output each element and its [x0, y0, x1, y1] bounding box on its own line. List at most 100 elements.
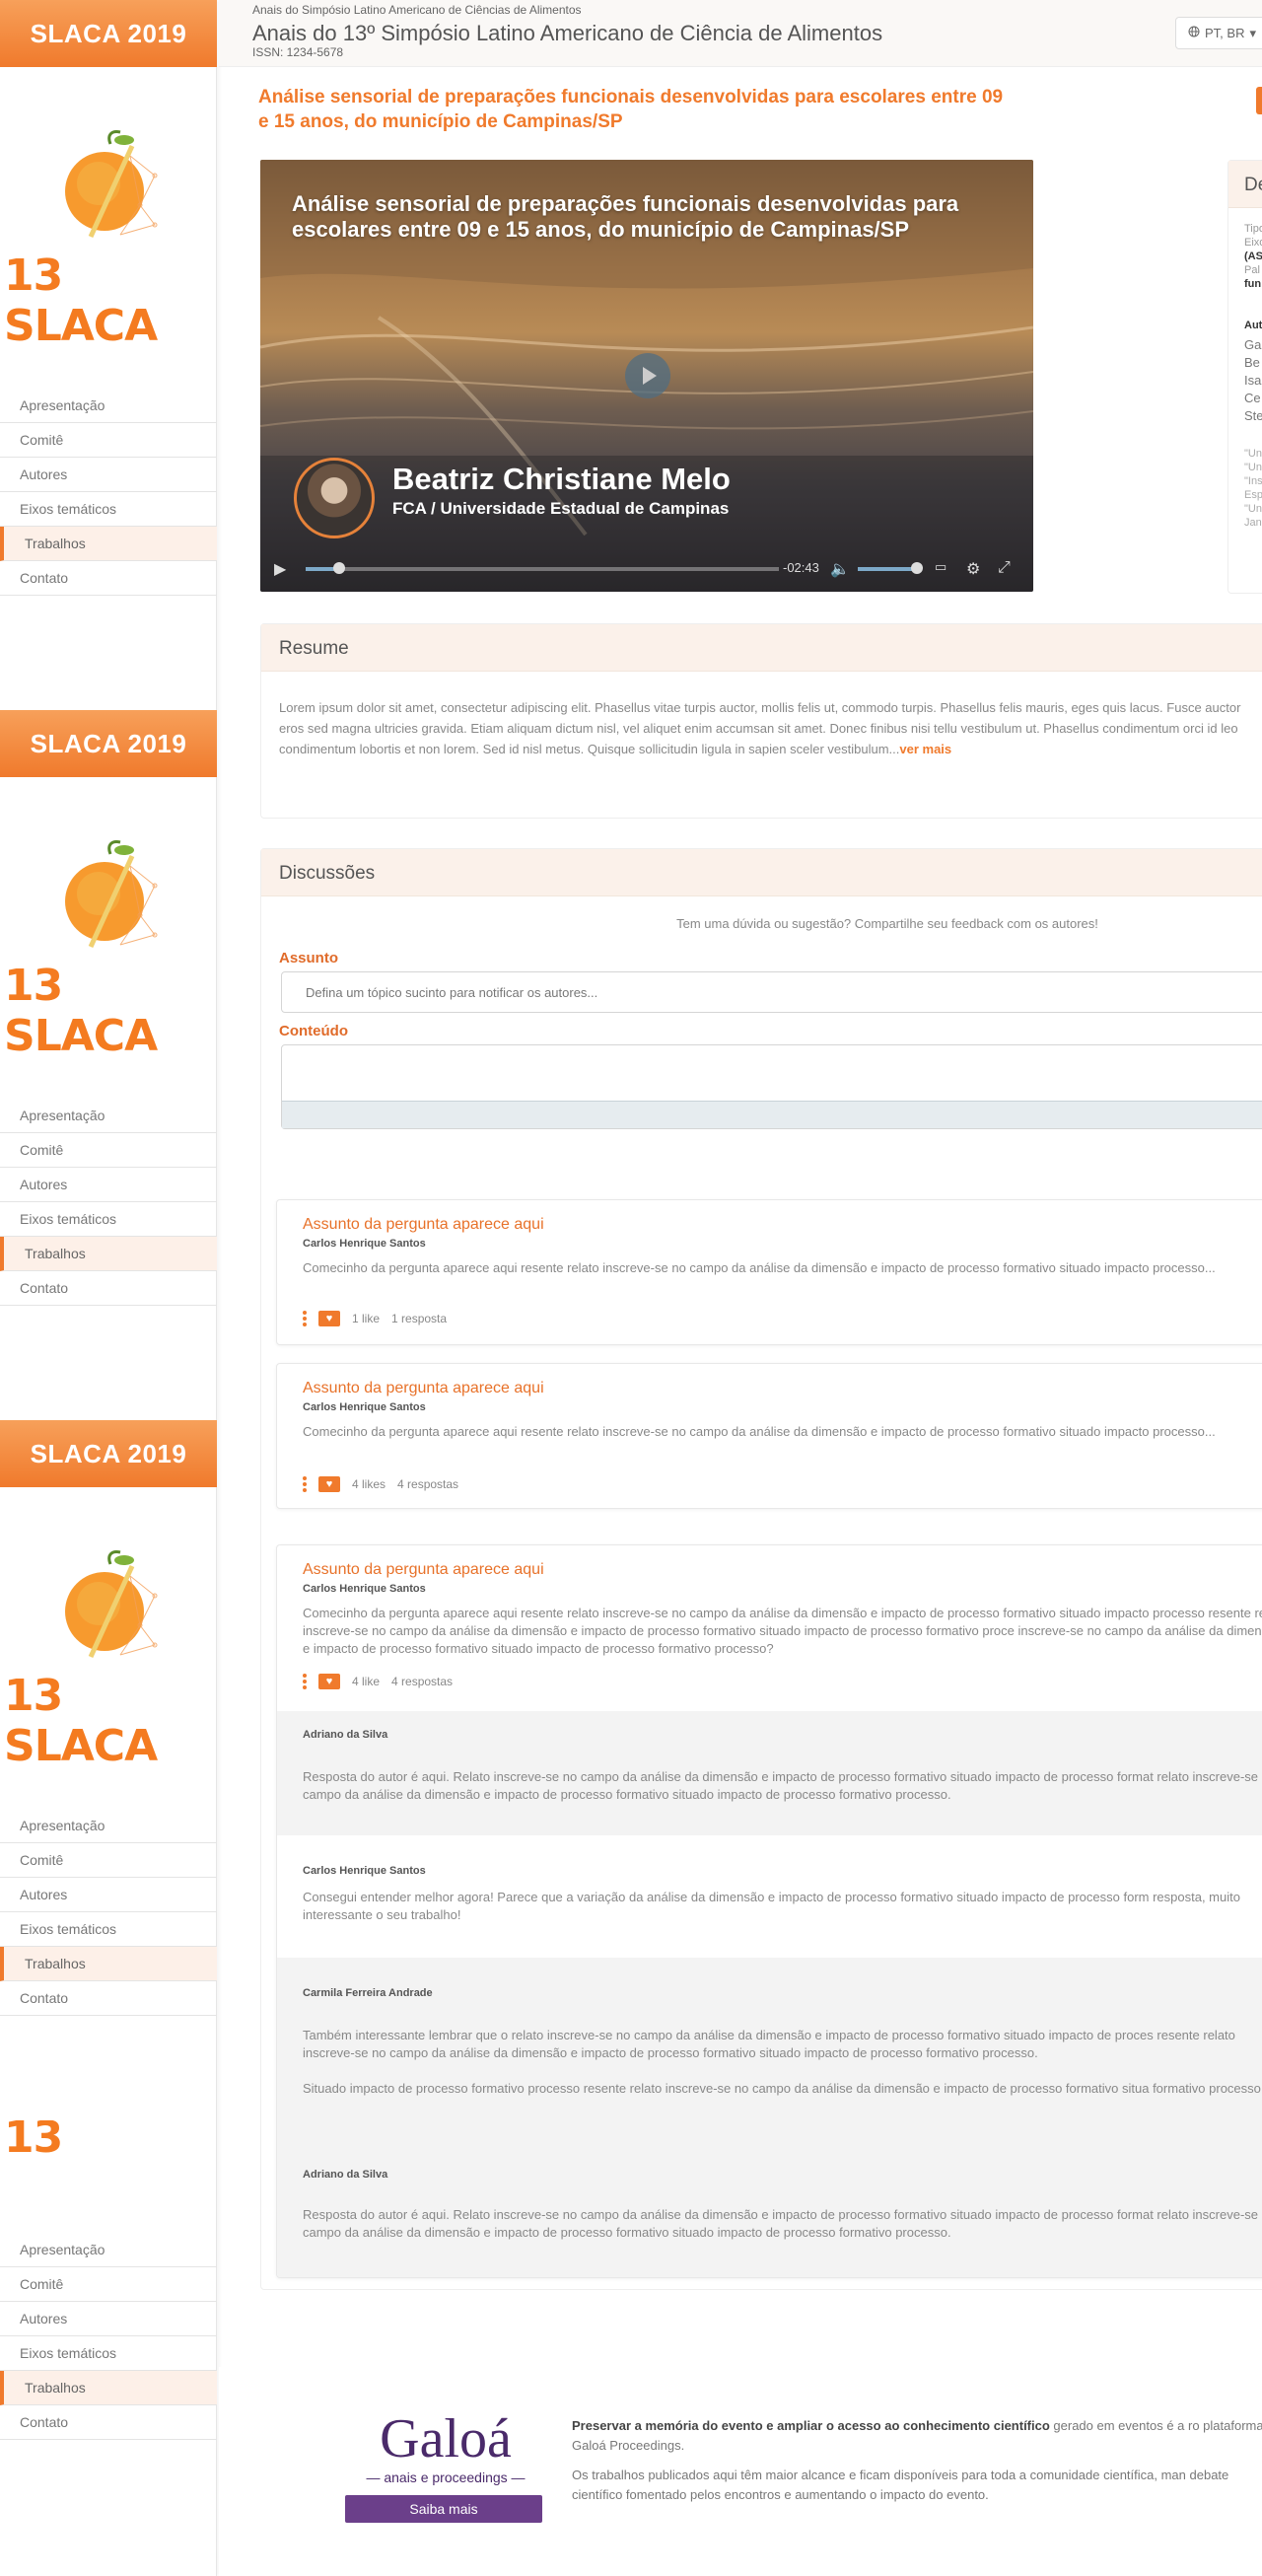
- sidebar-block: SLACA 2019 13 SLACA Apresentação Comitê Auto…: [0, 710, 217, 1306]
- question-card[interactable]: Assunto da pergunta aparece aqui Carlos …: [276, 1199, 1262, 1345]
- sidebar-item-trabalhos[interactable]: Trabalhos: [0, 2371, 217, 2405]
- footer: Galoá — anais e proceedings — Saiba mais…: [219, 2367, 1262, 2576]
- sidebar-item-comit-[interactable]: Comitê: [0, 423, 217, 458]
- sidebar-item-comit-[interactable]: Comitê: [0, 1843, 217, 1878]
- subject-input[interactable]: Defina um tópico sucinto para notificar …: [281, 971, 1262, 1013]
- orange-fruit-icon: [61, 1546, 160, 1665]
- slaca-logo-text: 13 SLACA: [4, 250, 158, 351]
- slaca-logo[interactable]: 13 SLACA: [0, 777, 217, 1061]
- play-button-center[interactable]: [625, 353, 670, 398]
- volume-handle[interactable]: [911, 562, 923, 574]
- details-author[interactable]: Isa: [1228, 372, 1262, 390]
- sidebar-item-contato[interactable]: Contato: [0, 1981, 217, 2016]
- sidebar-item-contato[interactable]: Contato: [0, 2405, 217, 2440]
- discussions-intro: Tem uma dúvida ou sugestão? Compartilhe …: [676, 916, 1098, 931]
- question-actions: ♥ 4 like 4 respostas: [303, 1672, 453, 1691]
- sidebar-block: 13 SLACA ApresentaçãoComitêAutoresEixos t…: [0, 2120, 217, 2440]
- like-heart-icon[interactable]: ♥: [318, 1476, 340, 1492]
- replies-count[interactable]: 4 respostas: [397, 1477, 458, 1491]
- resume-body: Lorem ipsum dolor sit amet, consectetur …: [279, 700, 1241, 756]
- slaca-banner[interactable]: SLACA 2019: [0, 0, 217, 67]
- reply-text: Resposta do autor é aqui. Relato inscrev…: [303, 1769, 1262, 1802]
- resume-text: Lorem ipsum dolor sit amet, consectetur …: [261, 672, 1262, 785]
- slaca-banner[interactable]: SLACA 2019: [0, 1420, 217, 1487]
- footer-text: Preservar a memória do evento e ampliar …: [572, 2416, 1262, 2505]
- sidebar-item-trabalhos[interactable]: Trabalhos: [0, 527, 217, 561]
- sidebar-nav: Apresentação Comitê Autores Eixos temáticos…: [0, 1099, 217, 1306]
- question-text: Comecinho da pergunta aparece aqui resen…: [303, 1260, 1216, 1275]
- details-author[interactable]: Ce: [1228, 390, 1262, 407]
- side-tab[interactable]: [1256, 87, 1262, 114]
- sidebar-item-eixos-tem-ticos[interactable]: Eixos temáticos: [0, 2336, 217, 2371]
- details-line: fun: [1244, 278, 1262, 290]
- sidebar-item-eixos-tem-ticos[interactable]: Eixos temáticos: [0, 1912, 217, 1947]
- like-heart-icon[interactable]: ♥: [318, 1674, 340, 1689]
- header-title[interactable]: Anais do 13º Simpósio Latino Americano d…: [252, 21, 882, 46]
- content-textarea[interactable]: [281, 1044, 1262, 1129]
- question-title[interactable]: Assunto da pergunta aparece aqui: [303, 1216, 544, 1234]
- details-affiliation: Esp: [1244, 489, 1262, 501]
- sidebar-item-trabalhos[interactable]: Trabalhos: [0, 1947, 217, 1981]
- volume-icon[interactable]: 🔈: [830, 559, 850, 579]
- question-author: Carlos Henrique Santos: [303, 1401, 426, 1413]
- discussions-heading: Discussões: [261, 849, 1262, 896]
- video-player[interactable]: Análise sensorial de preparações funcion…: [260, 160, 1033, 592]
- question-actions: ♥ 1 like 1 resposta: [303, 1309, 447, 1328]
- sidebar-item-contato[interactable]: Contato: [0, 1271, 217, 1306]
- sidebar-item-apresenta-o[interactable]: Apresentação: [0, 1809, 217, 1843]
- sidebar-item-trabalhos[interactable]: Trabalhos: [0, 1237, 217, 1271]
- question-title[interactable]: Assunto da pergunta aparece aqui: [303, 1561, 544, 1579]
- details-heading: De: [1228, 161, 1262, 208]
- replies-count[interactable]: 1 resposta: [391, 1312, 447, 1325]
- question-card[interactable]: Assunto da pergunta aparece aqui Carlos …: [276, 1363, 1262, 1509]
- sidebar-nav: Apresentação Comitê Autores Eixos temáticos…: [0, 1809, 217, 2016]
- saiba-mais-button[interactable]: Saiba mais: [345, 2495, 542, 2523]
- details-author[interactable]: Be: [1228, 354, 1262, 372]
- like-heart-icon[interactable]: ♥: [318, 1311, 340, 1326]
- reply-text: Também interessante lembrar que o relato…: [303, 2028, 1235, 2060]
- slaca-logo-text: 13 SLACA: [4, 2120, 158, 2164]
- details-author[interactable]: Ga: [1228, 336, 1262, 354]
- volume-slider[interactable]: [858, 562, 923, 574]
- sidebar-item-autores[interactable]: Autores: [0, 1878, 217, 1912]
- details-affiliation: "Un: [1244, 462, 1262, 473]
- sidebar-item-comit-[interactable]: Comitê: [0, 2267, 217, 2302]
- sidebar-item-apresenta-o[interactable]: Apresentação: [0, 389, 217, 423]
- sidebar-item-autores[interactable]: Autores: [0, 458, 217, 492]
- reply-author: Adriano da Silva: [303, 1729, 388, 1741]
- read-more-link[interactable]: ver mais: [899, 742, 951, 756]
- sidebar-item-eixos-tem-ticos[interactable]: Eixos temáticos: [0, 1202, 217, 1237]
- sidebar-item-apresenta-o[interactable]: Apresentação: [0, 1099, 217, 1133]
- sidebar-item-autores[interactable]: Autores: [0, 1168, 217, 1202]
- captions-icon[interactable]: ▭: [935, 559, 946, 575]
- slaca-banner[interactable]: SLACA 2019: [0, 710, 217, 777]
- question-title[interactable]: Assunto da pergunta aparece aqui: [303, 1380, 544, 1397]
- video-progress-bar[interactable]: [306, 562, 779, 574]
- slaca-logo[interactable]: 13 SLACA: [0, 67, 217, 351]
- replies-count[interactable]: 4 respostas: [391, 1675, 453, 1688]
- presenter-avatar: [294, 458, 375, 538]
- sidebar-item-apresenta-o[interactable]: Apresentação: [0, 2233, 217, 2267]
- header: Anais do Simpósio Latino Americano de Ci…: [219, 0, 1262, 67]
- sidebar-item-contato[interactable]: Contato: [0, 561, 217, 596]
- more-options-icon[interactable]: [303, 1674, 307, 1689]
- more-options-icon[interactable]: [303, 1476, 307, 1492]
- sidebar: SLACA 2019 13 SLACA Apresentação Comitê Auto…: [0, 0, 217, 2576]
- question-card-expanded[interactable]: Assunto da pergunta aparece aqui Carlos …: [276, 1544, 1262, 2278]
- progress-handle[interactable]: [332, 562, 345, 574]
- textarea-toolbar: [282, 1101, 1262, 1128]
- language-selector[interactable]: PT, BR ▾: [1175, 17, 1262, 49]
- details-author[interactable]: Ste: [1228, 407, 1262, 425]
- fullscreen-icon[interactable]: ⤢: [998, 559, 1011, 577]
- sidebar-item-comit-[interactable]: Comitê: [0, 1133, 217, 1168]
- details-authors-heading: Aut: [1244, 320, 1262, 331]
- question-author: Carlos Henrique Santos: [303, 1238, 426, 1250]
- sidebar-item-eixos-tem-ticos[interactable]: Eixos temáticos: [0, 492, 217, 527]
- reply-text: Consegui entender melhor agora! Parece q…: [303, 1890, 1240, 1922]
- slaca-logo[interactable]: 13 SLACA: [0, 1487, 217, 1771]
- more-options-icon[interactable]: [303, 1311, 307, 1326]
- sidebar-item-autores[interactable]: Autores: [0, 2302, 217, 2336]
- settings-gear-icon[interactable]: ⚙: [966, 559, 980, 579]
- play-icon[interactable]: ▶: [274, 559, 286, 579]
- globe-icon: [1188, 26, 1200, 40]
